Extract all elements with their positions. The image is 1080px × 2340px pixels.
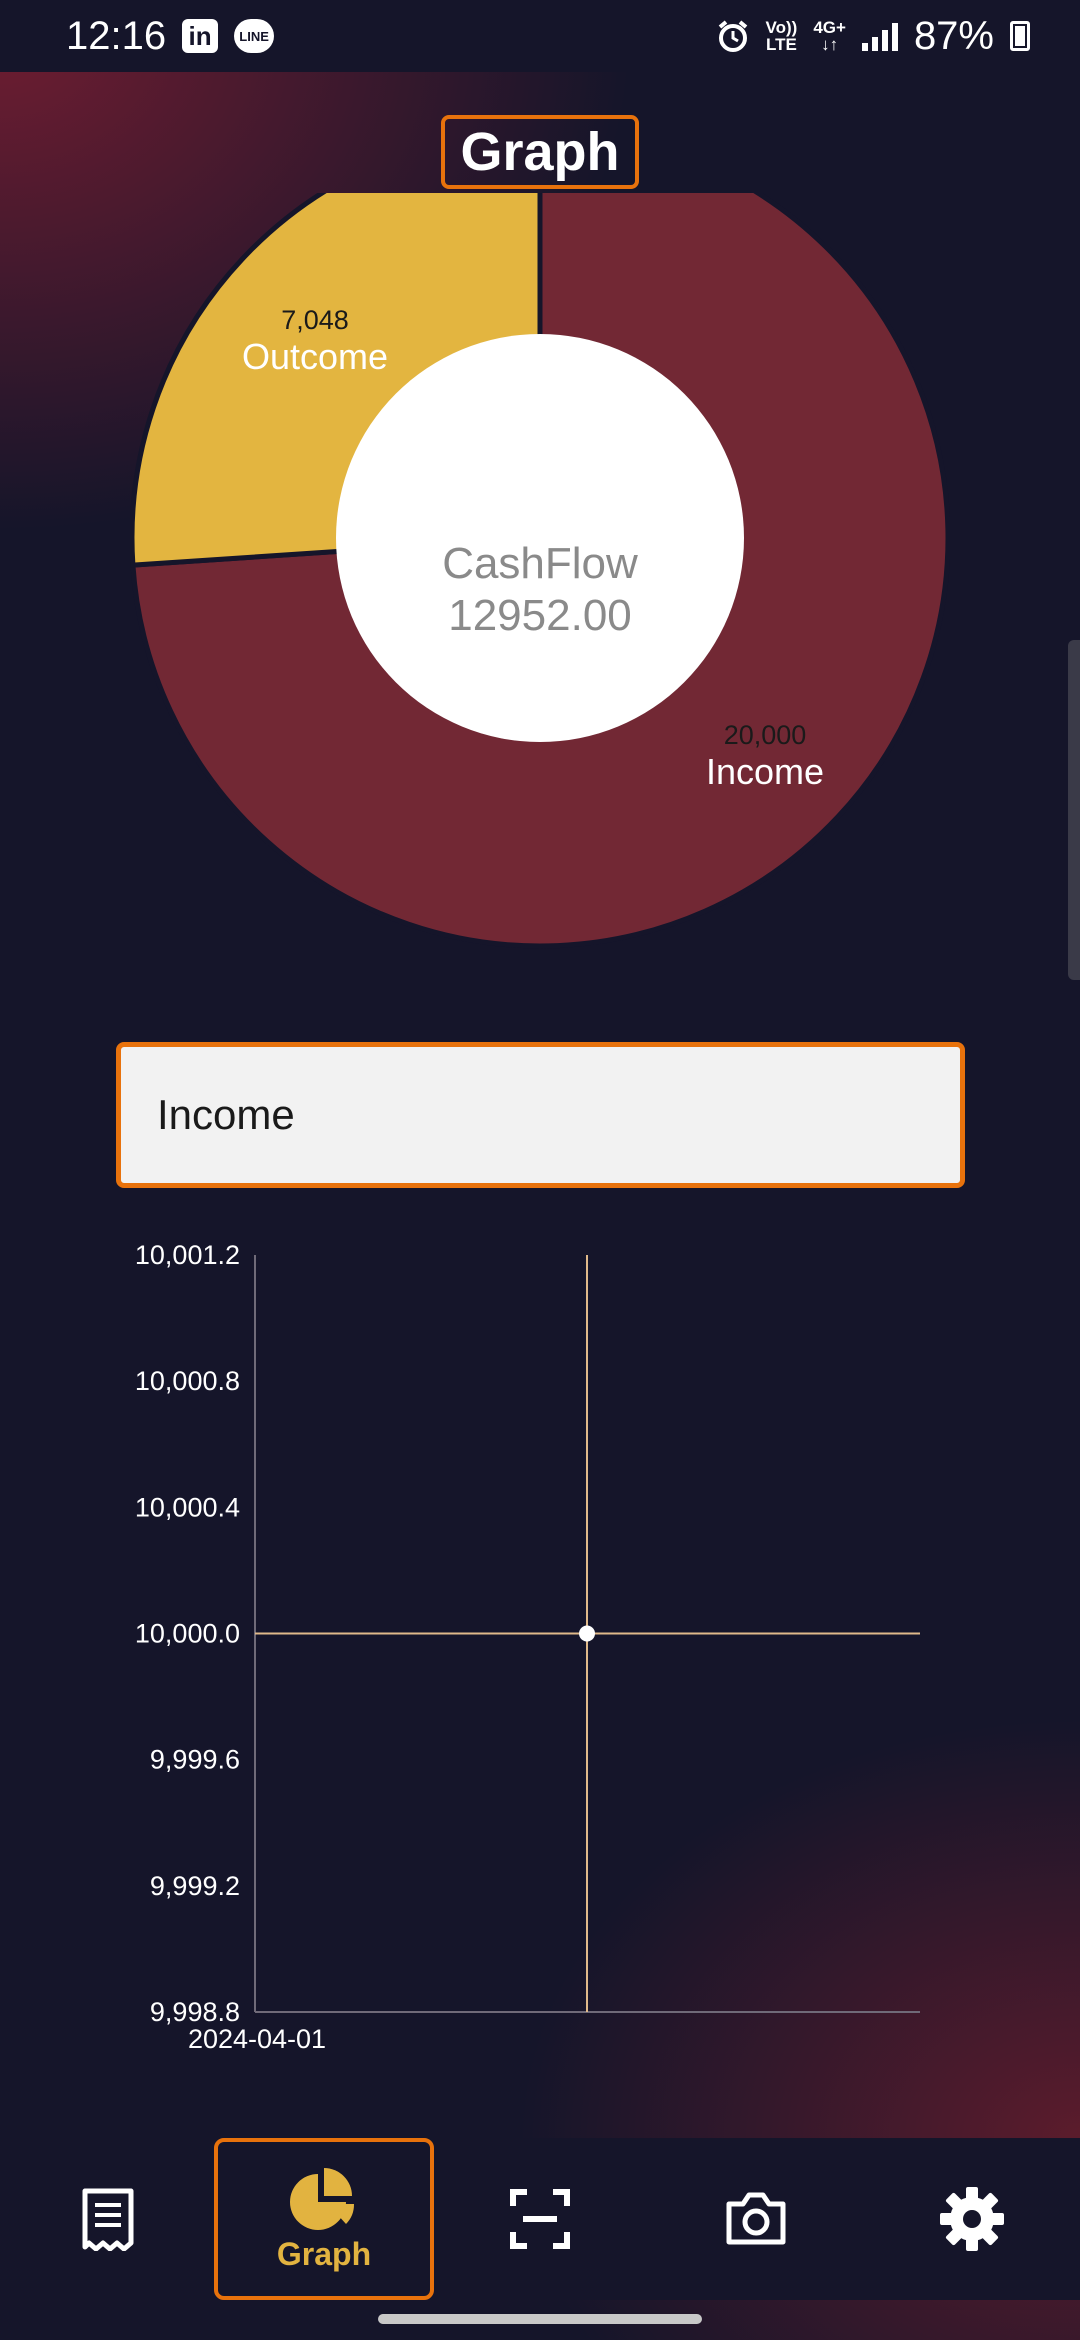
slice-label-outcome: 7,048 Outcome <box>195 305 435 378</box>
line-icon: LINE <box>234 19 275 53</box>
nav-item-scan[interactable] <box>432 2138 648 2300</box>
data-indicator: 4G+ ↓↑ <box>813 18 846 54</box>
home-indicator[interactable] <box>378 2314 702 2324</box>
y-tick-label: 10,000.8 <box>135 1366 240 1396</box>
status-left: 12:16 in LINE <box>66 13 275 59</box>
cashflow-donut-chart[interactable]: CashFlow 12952.00 7,048 Outcome 20,000 I… <box>130 193 950 953</box>
cashflow-label: CashFlow <box>442 539 638 588</box>
donut-center: CashFlow 12952.00 <box>290 538 790 642</box>
cashflow-value: 12952.00 <box>448 591 632 640</box>
battery-percent: 87% <box>913 13 994 58</box>
series-dropdown[interactable]: Income <box>116 1042 965 1188</box>
status-bar: 12:16 in LINE Vo)) LTE 4G+ ↓↑ 87% <box>0 0 1080 72</box>
y-tick-label: 9,998.8 <box>150 1997 240 2027</box>
status-right: Vo)) LTE 4G+ ↓↑ 87% <box>716 14 1030 59</box>
slice-value-income: 20,000 <box>723 720 807 750</box>
slice-name-outcome: Outcome <box>241 336 389 377</box>
series-dropdown-value: Income <box>157 1091 295 1138</box>
nav-item-camera[interactable] <box>648 2138 864 2300</box>
slice-label-income: 20,000 Income <box>645 720 885 793</box>
y-tick-label: 9,999.2 <box>150 1871 240 1901</box>
pie-chart-icon <box>290 2167 355 2230</box>
scrollbar-thumb[interactable] <box>1068 640 1080 980</box>
nav-item-graph[interactable]: Graph <box>214 2138 434 2300</box>
receipt-icon <box>82 2188 134 2251</box>
slice-value-outcome: 7,048 <box>281 305 349 335</box>
scan-icon <box>510 2189 570 2249</box>
data-point[interactable] <box>579 1625 595 1642</box>
nav-item-settings[interactable] <box>864 2138 1080 2300</box>
x-tick-label: 2024-04-01 <box>188 2024 326 2054</box>
y-tick-label: 10,000.0 <box>135 1619 240 1649</box>
gear-icon <box>940 2187 1004 2251</box>
nav-label-graph: Graph <box>276 2235 372 2272</box>
status-time: 12:16 <box>66 13 167 58</box>
y-tick-label: 10,000.4 <box>135 1492 240 1522</box>
income-line-chart[interactable]: 10,001.2 10,000.8 10,000.4 10,000.0 9,999.6 9… <box>0 1230 1080 2070</box>
battery-icon <box>1010 21 1030 51</box>
page-title: Graph <box>441 115 639 189</box>
line-chart-svg: 10,001.2 10,000.8 10,000.4 10,000.0 9,999.6 9… <box>135 1240 920 2054</box>
bottom-navigation: Graph <box>0 2138 1080 2300</box>
y-tick-label: 9,999.6 <box>150 1745 240 1775</box>
linkedin-icon: in <box>182 19 219 53</box>
signal-icon <box>861 21 898 51</box>
alarm-icon <box>718 20 747 52</box>
camera-icon <box>726 2192 786 2245</box>
volte-indicator: Vo)) LTE <box>765 18 798 54</box>
nav-item-receipts[interactable] <box>0 2138 216 2300</box>
y-tick-label: 10,001.2 <box>135 1240 240 1270</box>
slice-name-income: Income <box>705 751 825 792</box>
